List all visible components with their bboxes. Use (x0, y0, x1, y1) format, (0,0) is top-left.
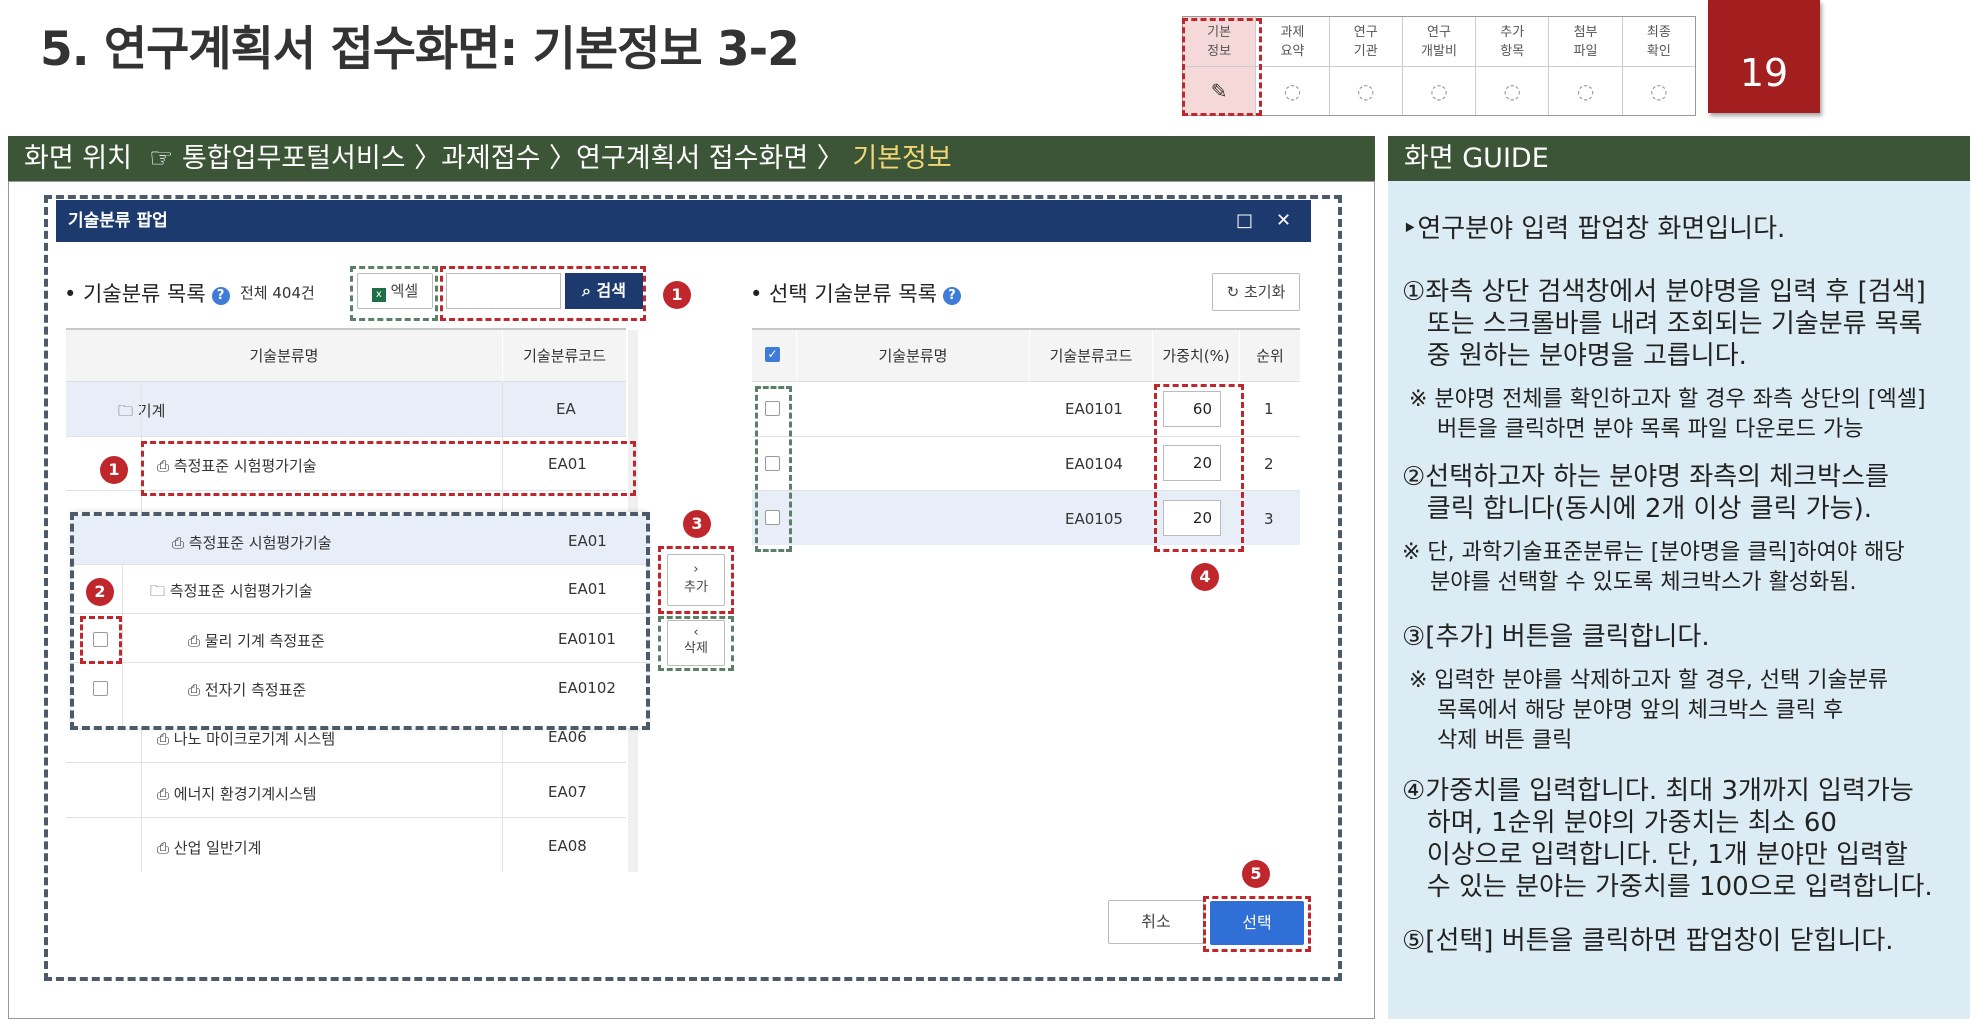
popup-titlebar: 기술분류 팝업 □ ✕ (56, 200, 1311, 242)
guide-line: ①좌측 상단 검색창에서 분야명을 입력 후 [검색] (1402, 277, 1926, 307)
delete-button[interactable]: ‹ 삭제 (667, 620, 725, 666)
guide-line: 목록에서 해당 분야명 앞의 체크박스 클릭 후 (1402, 698, 1844, 723)
guide-line: 하며, 1순위 분야의 가중치는 최소 60 (1402, 808, 1837, 838)
step-institution[interactable]: 연구 기관 ◌ (1329, 17, 1403, 115)
close-button[interactable]: ✕ (1276, 200, 1291, 242)
highlight-search (440, 266, 646, 321)
doc-icon: ⎙ (157, 785, 170, 803)
guide-line: ③[추가] 버튼을 클릭합니다. (1402, 622, 1710, 652)
selected-row-code: EA0104 (1065, 455, 1123, 473)
pending-icon: ◌ (1430, 79, 1448, 103)
pending-icon: ◌ (1576, 79, 1595, 103)
reset-button[interactable]: ↻ 초기화 (1212, 273, 1300, 311)
highlight-excel (350, 266, 438, 321)
highlight-checkboxes (755, 386, 792, 552)
tree-row-label[interactable]: ⎙ 산업 일반기계 (157, 837, 261, 858)
popup-title: 기술분류 팝업 (68, 211, 168, 231)
selected-row-rank: 2 (1264, 455, 1274, 473)
page-number: 19 (1708, 0, 1820, 113)
step-additional[interactable]: 추가 항목 ◌ (1476, 17, 1550, 115)
marker-5: 5 (1242, 860, 1270, 888)
tree-row-code: EA08 (548, 837, 587, 855)
select-button[interactable]: 선택 (1210, 901, 1304, 945)
pending-icon: ◌ (1503, 79, 1521, 103)
step-final[interactable]: 최종 확인 ◌ (1622, 17, 1695, 115)
guide-line: 클릭 합니다(동시에 2개 이상 클릭 가능). (1402, 494, 1873, 524)
guide-line: 수 있는 분야는 가중치를 100으로 입력합니다. (1402, 872, 1933, 902)
guide-line: ‣연구분야 입력 팝업창 화면입니다. (1402, 214, 1786, 244)
guide-line: ※ 입력한 분야를 삭제하고자 할 경우, 선택 기술분류 (1402, 668, 1889, 693)
doc-icon: ⎙ (157, 730, 170, 748)
col-header-code: 기술분류코드 (503, 330, 626, 382)
pending-icon: ◌ (1283, 79, 1302, 103)
guide-line: 이상으로 입력합니다. 단, 1개 분야만 입력할 (1402, 840, 1908, 870)
chevron-left-icon: ‹ (693, 625, 699, 640)
location-current: 기본정보 (852, 143, 952, 174)
selected-row-rank: 1 (1264, 400, 1274, 418)
page-title: 5. 연구계획서 접수화면: 기본정보 3-2 (40, 22, 800, 77)
pending-icon: ◌ (1650, 79, 1668, 103)
selected-list-heading: • 선택 기술분류 목록? (750, 278, 961, 308)
tree-row-label[interactable]: ⎙ 에너지 환경기계시스템 (157, 783, 317, 804)
highlight-checkbox (80, 616, 122, 664)
guide-line: 중 원하는 분야명을 고릅니다. (1402, 341, 1747, 371)
tree-row-label[interactable]: ⎙ 나노 마이크로기계 시스템 (157, 728, 335, 749)
selected-row-rank: 3 (1264, 510, 1274, 528)
minimize-button[interactable]: □ (1236, 200, 1253, 242)
step-budget[interactable]: 연구 개발비 ◌ (1402, 17, 1477, 115)
highlight-row-1 (141, 441, 636, 496)
col-header-name: 기술분류명 (797, 330, 1029, 382)
location-bar: 화면 위치 ☞ 통합업무포털서비스 〉과제접수 〉연구계획서 접수화면 〉 기본… (8, 136, 1375, 181)
folder-icon: 🗀 (118, 402, 134, 420)
tree-row-code: EA07 (548, 783, 587, 801)
add-button[interactable]: › 추가 (667, 554, 725, 606)
tree-row-code: EA06 (548, 728, 587, 746)
tech-list-heading: • 기술분류 목록? (64, 278, 230, 308)
location-prefix: 화면 위치 (24, 143, 132, 174)
guide-line: ⑤[선택] 버튼을 클릭하면 팝업창이 닫힙니다. (1402, 926, 1894, 956)
step-summary[interactable]: 과제 요약 ◌ (1256, 17, 1330, 115)
active-step-highlight (1182, 18, 1262, 116)
select-all-checkbox[interactable]: ✓ (765, 347, 780, 362)
guide-line: ※ 분야명 전체를 확인하고자 할 경우 좌측 상단의 [엑셀] (1402, 387, 1926, 412)
guide-line: ④가중치를 입력합니다. 최대 3개까지 입력가능 (1402, 776, 1914, 806)
total-count: 전체 404건 (240, 284, 315, 302)
col-header-name: 기술분류명 (66, 330, 502, 382)
guide-title: 화면 GUIDE (1388, 136, 1970, 181)
chevron-right-icon: › (693, 562, 699, 577)
cancel-button[interactable]: 취소 (1108, 900, 1204, 944)
marker-2: 2 (86, 578, 114, 606)
tree-row-code: EA (556, 400, 576, 418)
help-icon[interactable]: ? (211, 287, 230, 305)
step-attachments[interactable]: 첨부 파일 ◌ (1549, 17, 1623, 115)
pending-icon: ◌ (1356, 79, 1375, 103)
help-icon[interactable]: ? (942, 287, 961, 305)
guide-line: ②선택하고자 하는 분야명 좌측의 체크박스를 (1402, 462, 1889, 492)
expanded-outline (70, 512, 650, 730)
refresh-icon: ↻ (1226, 283, 1240, 301)
marker-4: 4 (1191, 563, 1219, 591)
selected-row-code: EA0101 (1065, 400, 1123, 418)
guide-line: 또는 스크롤바를 내려 조회되는 기술분류 목록 (1402, 309, 1923, 339)
doc-icon: ⎙ (157, 839, 170, 857)
pointer-icon: ☞ (149, 143, 174, 174)
highlight-weights (1154, 384, 1244, 552)
guide-line: ※ 단, 과학기술표준분류는 [분야명을 클릭]하여야 해당 (1402, 540, 1905, 565)
marker-1b: 1 (100, 456, 128, 484)
guide-line: 버튼을 클릭하면 분야 목록 파일 다운로드 가능 (1402, 417, 1864, 442)
selected-row-code: EA0105 (1065, 510, 1123, 528)
guide-line: 분야를 선택할 수 있도록 체크박스가 활성화됨. (1402, 570, 1857, 595)
guide-line: 삭제 버튼 클릭 (1402, 728, 1573, 753)
col-header-code: 기술분류코드 (1030, 330, 1152, 382)
marker-3: 3 (683, 510, 711, 538)
marker-1: 1 (663, 281, 691, 309)
col-header-weight: 가중치(%) (1153, 330, 1239, 382)
col-header-rank: 순위 (1240, 330, 1300, 382)
location-path: 통합업무포털서비스 〉과제접수 〉연구계획서 접수화면 〉 (181, 143, 844, 174)
